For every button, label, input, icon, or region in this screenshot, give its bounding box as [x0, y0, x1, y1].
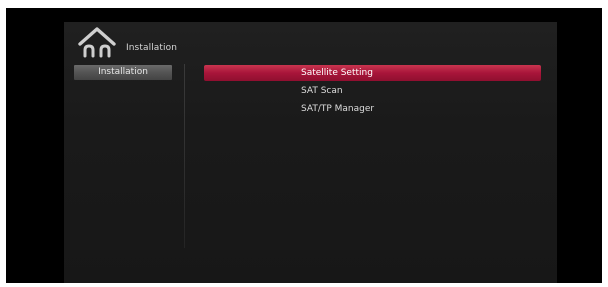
- page-title: Installation: [126, 43, 178, 53]
- menu-item-sat-scan[interactable]: SAT Scan: [204, 83, 541, 99]
- panel-divider: [184, 64, 185, 248]
- sidebar-item-installation[interactable]: Installation: [74, 65, 172, 80]
- menu-item-satellite-setting[interactable]: Satellite Setting: [204, 65, 541, 81]
- tv-screen: Installation Installation Satellite Sett…: [6, 8, 602, 283]
- menu-item-sat-tp-manager[interactable]: SAT/TP Manager: [204, 101, 541, 117]
- home-icon: [76, 25, 118, 59]
- installation-panel: Installation Installation Satellite Sett…: [64, 22, 557, 283]
- installation-menu: Satellite Setting SAT Scan SAT/TP Manage…: [204, 65, 541, 119]
